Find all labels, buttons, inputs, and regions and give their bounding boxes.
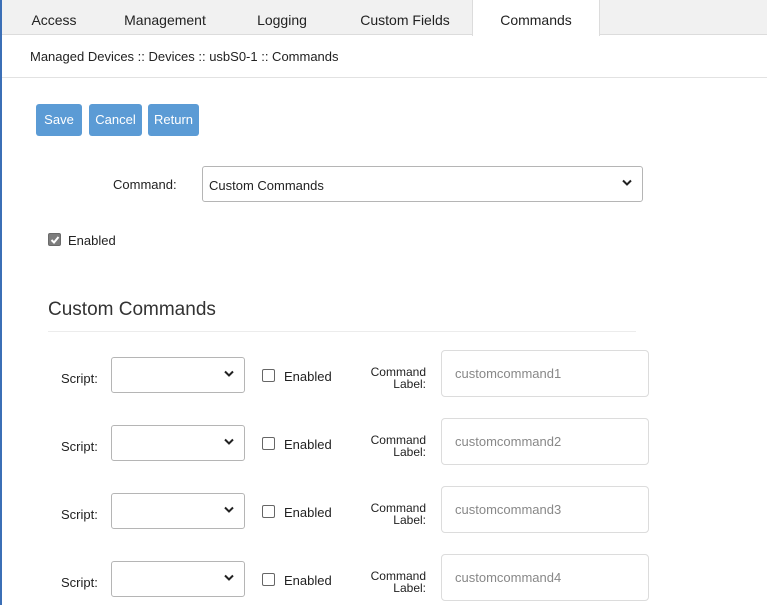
command-label-input[interactable]: customcommand2 — [441, 418, 649, 465]
chevron-down-icon — [224, 438, 234, 445]
script-select[interactable] — [111, 425, 245, 461]
script-select[interactable] — [111, 493, 245, 529]
command-select-value: Custom Commands — [209, 178, 324, 193]
tab-bar: Access Management Logging Custom Fields … — [2, 0, 767, 36]
breadcrumb-bar: Managed Devices :: Devices :: usbS0-1 ::… — [2, 35, 767, 78]
command-label-line-2: Label: — [393, 377, 426, 391]
save-button[interactable]: Save — [36, 104, 82, 136]
command-label-text: Command Label: — [354, 570, 426, 594]
script-enabled-checkbox[interactable] — [262, 573, 275, 586]
command-label-line-2: Label: — [393, 581, 426, 595]
check-icon — [50, 236, 60, 244]
script-select[interactable] — [111, 561, 245, 597]
script-select[interactable] — [111, 357, 245, 393]
cancel-button[interactable]: Cancel — [89, 104, 142, 136]
script-enabled-label: Enabled — [284, 505, 332, 520]
command-label-line-2: Label: — [393, 445, 426, 459]
tab-access[interactable]: Access — [28, 0, 80, 35]
script-enabled-label: Enabled — [284, 369, 332, 384]
script-label: Script: — [61, 439, 98, 454]
command-label-input[interactable]: customcommand4 — [441, 554, 649, 601]
script-label: Script: — [61, 575, 98, 590]
command-label-line-2: Label: — [393, 513, 426, 527]
enabled-label: Enabled — [68, 233, 116, 248]
chevron-down-icon — [224, 574, 234, 581]
script-label: Script: — [61, 507, 98, 522]
section-divider — [48, 331, 636, 332]
section-title: Custom Commands — [48, 299, 216, 320]
tab-management[interactable]: Management — [112, 0, 218, 35]
script-enabled-checkbox[interactable] — [262, 505, 275, 518]
chevron-down-icon — [224, 370, 234, 377]
command-label-input[interactable]: customcommand3 — [441, 486, 649, 533]
script-enabled-checkbox[interactable] — [262, 369, 275, 382]
enabled-checkbox[interactable] — [48, 233, 61, 246]
script-enabled-label: Enabled — [284, 573, 332, 588]
return-button[interactable]: Return — [148, 104, 199, 136]
breadcrumb: Managed Devices :: Devices :: usbS0-1 ::… — [30, 49, 339, 64]
tab-custom-fields[interactable]: Custom Fields — [348, 0, 462, 35]
tab-commands[interactable]: Commands — [472, 0, 600, 36]
tab-logging[interactable]: Logging — [248, 0, 316, 35]
command-label-text: Command Label: — [354, 502, 426, 526]
command-label-input[interactable]: customcommand1 — [441, 350, 649, 397]
command-select[interactable]: Custom Commands — [202, 166, 643, 202]
script-enabled-label: Enabled — [284, 437, 332, 452]
command-label-text: Command Label: — [354, 434, 426, 458]
command-label: Command: — [113, 177, 177, 192]
chevron-down-icon — [622, 179, 632, 186]
chevron-down-icon — [224, 506, 234, 513]
script-enabled-checkbox[interactable] — [262, 437, 275, 450]
script-label: Script: — [61, 371, 98, 386]
left-edge-border — [0, 0, 2, 605]
command-label-text: Command Label: — [354, 366, 426, 390]
